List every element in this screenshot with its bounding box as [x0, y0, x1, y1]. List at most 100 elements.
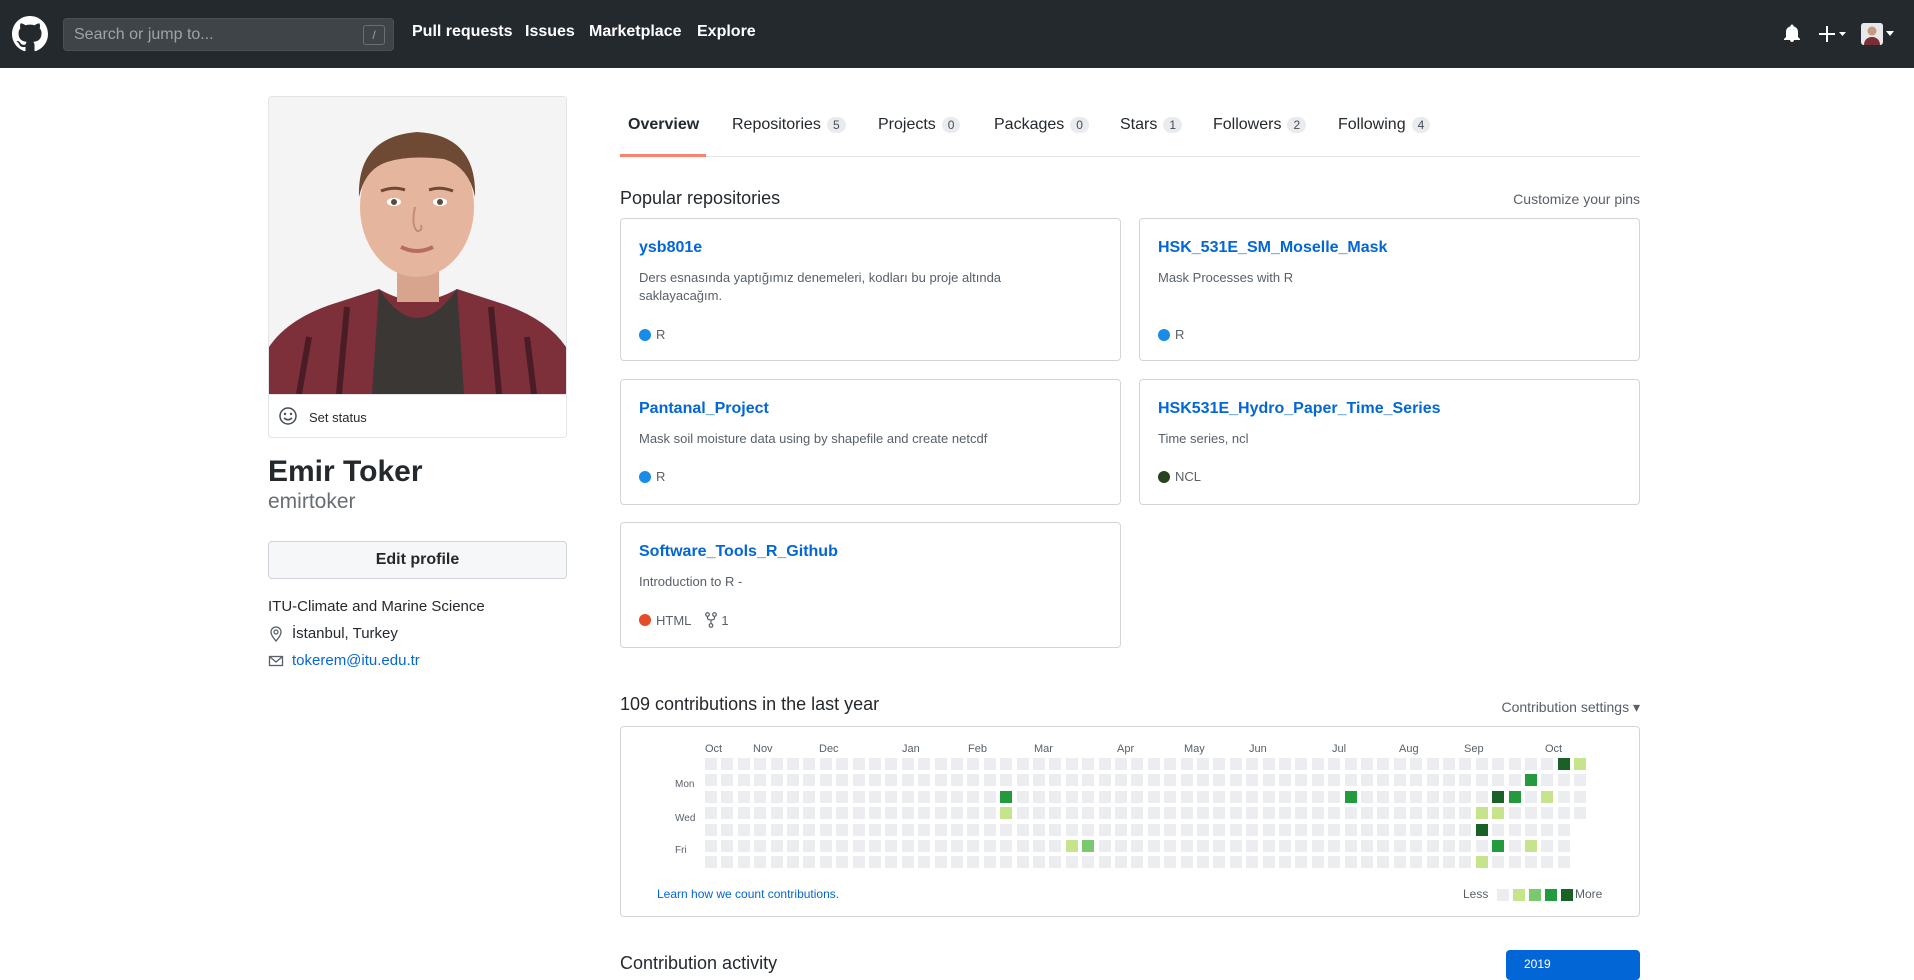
calendar-day-cell[interactable]: [1131, 758, 1144, 770]
calendar-day-cell[interactable]: [1131, 774, 1144, 787]
calendar-day-cell[interactable]: [1147, 790, 1160, 803]
calendar-day-cell[interactable]: [770, 790, 783, 803]
calendar-day-cell[interactable]: [1541, 856, 1554, 869]
calendar-day-cell[interactable]: [1459, 856, 1472, 869]
calendar-day-cell[interactable]: [1115, 807, 1127, 820]
calendar-day-cell[interactable]: [1393, 856, 1406, 869]
calendar-day-cell[interactable]: [1033, 840, 1045, 852]
calendar-day-cell[interactable]: [1377, 823, 1390, 836]
calendar-day-cell[interactable]: [1229, 790, 1242, 803]
calendar-day-cell[interactable]: [885, 823, 898, 836]
calendar-day-cell[interactable]: [836, 790, 849, 803]
calendar-day-cell[interactable]: [1361, 758, 1373, 770]
calendar-day-cell[interactable]: [983, 790, 996, 803]
calendar-day-cell[interactable]: [901, 823, 914, 836]
calendar-day-cell[interactable]: [1410, 758, 1423, 770]
calendar-day-cell[interactable]: [819, 758, 832, 770]
calendar-day-cell[interactable]: [1295, 823, 1308, 836]
calendar-day-cell[interactable]: [1311, 823, 1324, 836]
calendar-day-cell[interactable]: [1557, 840, 1570, 852]
calendar-day-cell[interactable]: [1508, 840, 1521, 852]
calendar-day-cell[interactable]: [1344, 774, 1357, 787]
calendar-day-cell[interactable]: [803, 790, 816, 803]
calendar-day-cell[interactable]: [1377, 840, 1390, 852]
calendar-day-cell[interactable]: [1082, 807, 1095, 820]
calendar-day-cell[interactable]: [1180, 856, 1193, 869]
calendar-day-cell[interactable]: [885, 758, 898, 770]
calendar-day-cell[interactable]: [1492, 758, 1505, 770]
calendar-day-cell[interactable]: [1229, 856, 1242, 869]
calendar-day-cell[interactable]: [1361, 856, 1373, 869]
calendar-day-cell[interactable]: [1016, 823, 1029, 836]
repo-name-link[interactable]: Pantanal_Project: [639, 400, 769, 418]
calendar-day-cell[interactable]: [852, 807, 865, 820]
calendar-day-cell[interactable]: [1033, 774, 1045, 787]
calendar-day-cell[interactable]: [787, 774, 799, 787]
calendar-day-cell[interactable]: [1426, 840, 1439, 852]
calendar-day-cell[interactable]: [1328, 840, 1341, 852]
calendar-day-cell[interactable]: [1541, 790, 1554, 803]
calendar-day-cell[interactable]: [1262, 774, 1275, 787]
calendar-day-cell[interactable]: [1246, 823, 1259, 836]
calendar-day-cell[interactable]: [1033, 807, 1045, 820]
calendar-day-cell[interactable]: [1197, 856, 1209, 869]
calendar-day-cell[interactable]: [1426, 856, 1439, 869]
calendar-day-cell[interactable]: [1344, 840, 1357, 852]
calendar-day-cell[interactable]: [1098, 774, 1111, 787]
calendar-day-cell[interactable]: [918, 774, 931, 787]
tab-repositories[interactable]: Repositories 5: [732, 116, 846, 134]
calendar-day-cell[interactable]: [1443, 790, 1455, 803]
calendar-day-cell[interactable]: [967, 790, 980, 803]
calendar-day-cell[interactable]: [1541, 807, 1554, 820]
calendar-day-cell[interactable]: [1426, 807, 1439, 820]
calendar-day-cell[interactable]: [1229, 823, 1242, 836]
calendar-day-cell[interactable]: [1279, 790, 1291, 803]
calendar-day-cell[interactable]: [705, 823, 717, 836]
calendar-day-cell[interactable]: [1049, 807, 1062, 820]
calendar-day-cell[interactable]: [869, 774, 881, 787]
calendar-day-cell[interactable]: [1525, 807, 1537, 820]
calendar-day-cell[interactable]: [1426, 823, 1439, 836]
calendar-day-cell[interactable]: [1459, 823, 1472, 836]
calendar-day-cell[interactable]: [737, 840, 750, 852]
calendar-day-cell[interactable]: [901, 856, 914, 869]
calendar-day-cell[interactable]: [869, 840, 881, 852]
calendar-day-cell[interactable]: [1164, 823, 1177, 836]
calendar-day-cell[interactable]: [803, 774, 816, 787]
calendar-day-cell[interactable]: [754, 774, 767, 787]
calendar-day-cell[interactable]: [951, 856, 963, 869]
calendar-day-cell[interactable]: [1508, 790, 1521, 803]
calendar-day-cell[interactable]: [1279, 823, 1291, 836]
calendar-day-cell[interactable]: [1049, 790, 1062, 803]
calendar-day-cell[interactable]: [1541, 774, 1554, 787]
calendar-day-cell[interactable]: [1525, 758, 1537, 770]
calendar-day-cell[interactable]: [869, 758, 881, 770]
calendar-day-cell[interactable]: [1443, 758, 1455, 770]
calendar-day-cell[interactable]: [1574, 774, 1587, 787]
calendar-day-cell[interactable]: [1328, 758, 1341, 770]
calendar-day-cell[interactable]: [1213, 807, 1226, 820]
calendar-day-cell[interactable]: [770, 840, 783, 852]
calendar-day-cell[interactable]: [967, 856, 980, 869]
calendar-day-cell[interactable]: [819, 823, 832, 836]
calendar-day-cell[interactable]: [754, 807, 767, 820]
calendar-day-cell[interactable]: [803, 807, 816, 820]
calendar-day-cell[interactable]: [1279, 856, 1291, 869]
calendar-day-cell[interactable]: [1180, 807, 1193, 820]
calendar-day-cell[interactable]: [1295, 790, 1308, 803]
calendar-day-cell[interactable]: [1164, 856, 1177, 869]
calendar-day-cell[interactable]: [951, 790, 963, 803]
calendar-day-cell[interactable]: [885, 856, 898, 869]
calendar-day-cell[interactable]: [1262, 823, 1275, 836]
calendar-day-cell[interactable]: [1508, 774, 1521, 787]
calendar-day-cell[interactable]: [754, 840, 767, 852]
calendar-day-cell[interactable]: [1475, 840, 1488, 852]
repo-name-link[interactable]: HSK_531E_SM_Moselle_Mask: [1158, 239, 1387, 257]
calendar-day-cell[interactable]: [803, 840, 816, 852]
calendar-day-cell[interactable]: [1246, 807, 1259, 820]
calendar-day-cell[interactable]: [901, 790, 914, 803]
calendar-day-cell[interactable]: [705, 807, 717, 820]
calendar-day-cell[interactable]: [1525, 774, 1537, 787]
calendar-day-cell[interactable]: [1262, 790, 1275, 803]
calendar-day-cell[interactable]: [1065, 823, 1078, 836]
